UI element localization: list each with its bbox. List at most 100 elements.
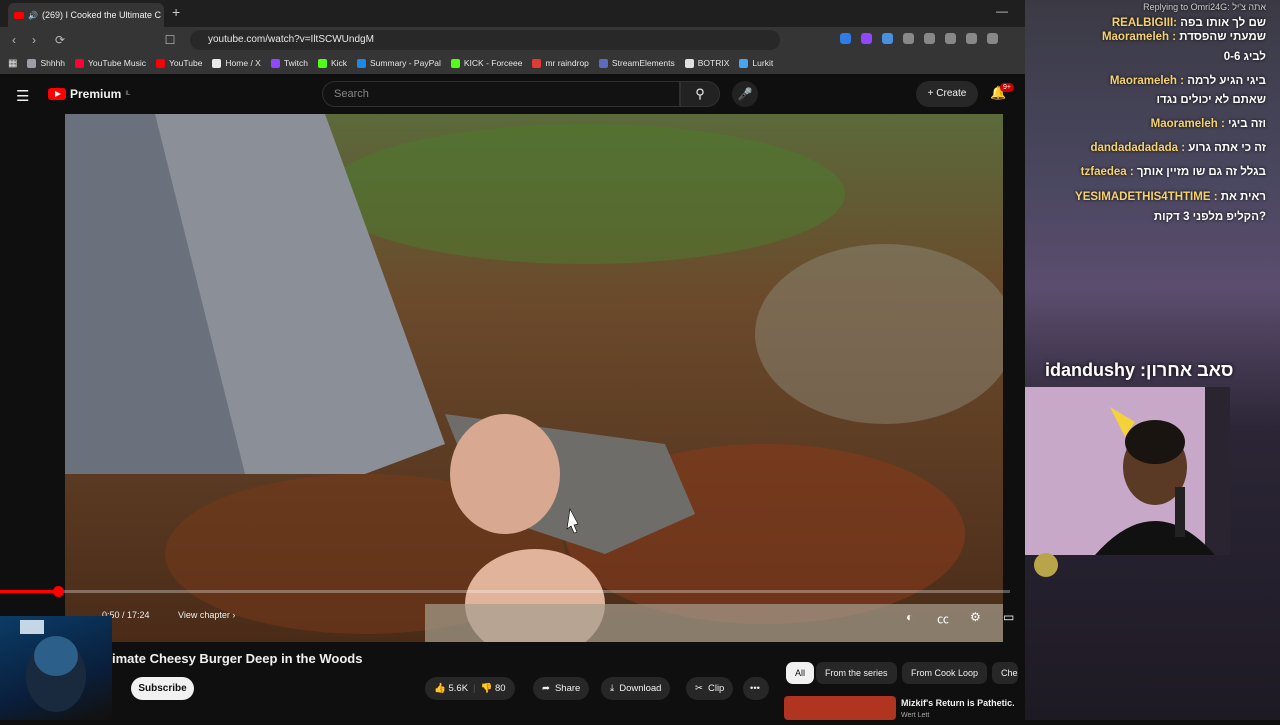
bookmark-favicon-icon [598,58,608,68]
chat-text: הקליפ מלפני 3 דקות? [1153,211,1266,223]
apps-grid-icon[interactable]: ▦ [8,58,17,69]
bookmark-favicon-icon [532,58,542,68]
bookmark-icon[interactable]: ☐ [160,33,180,47]
video-player[interactable] [65,114,1003,642]
bookmark-item[interactable]: Kick [317,58,347,68]
like-button[interactable]: 👍 5.6K [434,677,468,700]
chat-username: Maorameleh : [1109,75,1184,87]
chat-message: Maorameleh : ביגי הגיע לרמה [1110,75,1266,87]
bookmark-item[interactable]: Summary - PayPal [357,58,441,68]
extension-icon[interactable] [840,33,851,44]
chat-text: שאתם לא יכולים נגדו [1156,94,1266,106]
webcam-image [20,620,86,712]
bookmark-favicon-icon [27,58,37,68]
logo-text: Premium [70,87,122,101]
puzzle-icon[interactable] [903,33,914,44]
extension-icon[interactable] [924,33,935,44]
bookmark-item[interactable]: Twitch [270,58,308,68]
rec-title[interactable]: Mizkif's Return is Pathetic. [901,698,1015,708]
voice-search-button[interactable]: 🎤 [732,81,758,107]
video-progress-bar[interactable] [0,586,1010,597]
new-tab-icon[interactable]: + [172,4,180,20]
youtube-favicon-icon [14,11,24,19]
emote-icon [1034,553,1058,577]
bookmark-item[interactable]: Shhhh [27,58,65,68]
thumbs-up-icon: 👍 [434,683,446,694]
bookmark-item[interactable]: mr raindrop [532,58,589,68]
tab-audio-icon[interactable]: 🔊 [28,11,38,20]
rec-thumbnail[interactable] [784,696,896,720]
bookmark-item[interactable]: Lurkit [739,58,773,68]
chat-message: YESIMADETHIS4THTIME : ראית את [1075,191,1266,203]
chat-text: ראית את [1220,191,1266,203]
youtube-premium-logo[interactable]: Premium IL [48,87,130,101]
streamer-webcam [1025,387,1230,555]
bookmark-favicon-icon [317,58,327,68]
download-button[interactable]: ⤓ Download [601,677,671,700]
bookmark-label: StreamElements [611,58,675,68]
dislike-button[interactable]: 👎 80 [481,677,506,700]
view-chapter-button[interactable]: View chapter › [178,610,235,620]
video-frame-image [65,114,1003,642]
youtube-play-icon [48,88,66,100]
bookmark-favicon-icon [156,58,166,68]
download-icon[interactable] [987,33,998,44]
bookmark-favicon-icon [739,58,749,68]
dislike-count: 80 [494,683,506,694]
bookmark-item[interactable]: KICK - Forceee [450,58,522,68]
browser-tab-bar: 🔊 (269) I Cooked the Ultimate C ✕ + — [0,0,1030,27]
bookmark-item[interactable]: YouTube Music [75,58,146,68]
media-icon[interactable] [945,33,956,44]
browser-tab[interactable]: 🔊 (269) I Cooked the Ultimate C ✕ [8,3,164,27]
thumbs-down-icon: 👎 [480,683,493,694]
settings-gear-icon[interactable]: ⚙ [970,610,981,624]
chat-message: Maorameleh : וזה ביגי [1151,118,1266,130]
chat-text: וזה ביגי [1228,118,1266,130]
chat-text: שמעתי שהפסדת [1179,31,1266,43]
bookmark-favicon-icon [357,58,367,68]
chip-from-cook-loop[interactable]: From Cook Loop [902,662,988,684]
clip-button[interactable]: ✂ Clip [686,677,734,700]
autoplay-toggle-icon[interactable]: ◐ [906,610,913,624]
create-button[interactable]: + Create [916,81,978,107]
view-chapter-label: View chapter [178,610,230,620]
miniplayer-icon[interactable]: ▭ [1003,610,1014,624]
reload-icon[interactable]: ⟳ [50,33,70,47]
captions-icon[interactable]: ㏄ [937,610,949,627]
last-sub-text: idandushy :סאב אחרון [1045,360,1234,380]
bookmark-label: BOTRIX [697,58,730,68]
share-label: Share [554,683,581,694]
more-icon: ••• [750,683,760,694]
forward-icon[interactable]: › [24,33,44,47]
minimize-icon[interactable]: — [996,4,1008,18]
bookmark-item[interactable]: BOTRIX [684,58,730,68]
subscribe-button[interactable]: Subscribe [131,677,194,700]
bookmark-item[interactable]: YouTube [156,58,202,68]
extension-icon[interactable] [861,33,872,44]
bookmark-item[interactable]: Home / X [212,58,261,68]
progress-scrubber[interactable] [52,586,64,597]
extension-icon[interactable] [882,33,893,44]
search-input[interactable]: Search [322,81,680,107]
chat-message: לביג 0-6 [1224,51,1266,63]
share-button[interactable]: ➦ Share [533,677,590,700]
chat-text: שם לך אותו בפה [1180,17,1266,29]
share-icon: ➦ [542,683,550,694]
bookmark-label: YouTube Music [88,58,147,68]
chip-from-series[interactable]: From the series [816,662,897,684]
chip-partial[interactable]: Che [992,662,1018,684]
url-input[interactable]: youtube.com/watch?v=IltSCWUndgM [190,30,780,50]
video-title: imate Cheesy Burger Deep in the Woods [112,651,363,666]
chat-message: Maorameleh : שמעתי שהפסדת [1102,31,1266,43]
chat-text: לביג 0-6 [1223,51,1266,63]
chat-text: זה כי אתה גרוע [1188,142,1266,154]
sidebar-icon[interactable] [966,33,977,44]
search-button[interactable]: ⚲ [680,81,720,107]
back-icon[interactable]: ‹ [4,33,24,47]
menu-icon[interactable]: ☰ [16,87,29,105]
chip-all[interactable]: All [786,662,815,684]
divider: | [473,683,476,694]
bookmark-item[interactable]: StreamElements [598,58,675,68]
chat-reply-header: Replying to Omri24G: אתה צ'יל [1143,2,1266,12]
more-actions-button[interactable]: ••• [743,677,769,700]
